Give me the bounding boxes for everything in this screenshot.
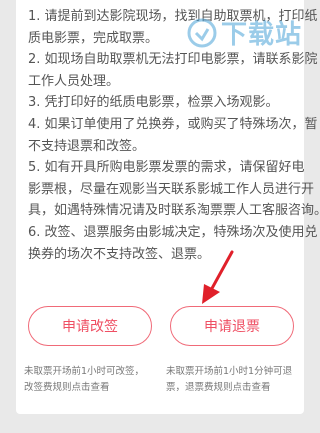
refund-hint-line: 未取票开场前1小时1分钟可退 — [166, 366, 293, 377]
watermark-logo-icon — [187, 18, 217, 47]
change-hint-line: 未取票开场前1小时可改签， — [24, 366, 145, 377]
instruction-line: 具，如遇特殊情况请及时联系淘票票人工客服咨询。 — [28, 203, 320, 219]
refund-rules-link[interactable]: 票，退票费规则点击查看 — [166, 380, 306, 396]
instruction-line: 影票根，尽量在观影当天联系影城工作人员进行开 — [28, 181, 315, 197]
instruction-line: 5. 如有开具所购电影票发票的需求，请保留好电 — [28, 160, 305, 176]
change-rules-link[interactable]: 改签费规则点击查看 — [24, 380, 164, 396]
instruction-line: 不支持退票和改签。 — [28, 138, 146, 154]
apply-refund-button[interactable]: 申请退票 — [170, 306, 294, 346]
instruction-line: 工作人员处理。 — [28, 73, 120, 89]
refund-hint[interactable]: 未取票开场前1小时1分钟可退 票，退票费规则点击查看 — [166, 364, 306, 396]
watermark: 下载站 — [187, 14, 302, 51]
watermark-text: 下载站 — [220, 20, 302, 50]
change-hint[interactable]: 未取票开场前1小时可改签， 改签费规则点击查看 — [24, 364, 164, 396]
instruction-line: 换券的场次不支持改签、退票。 — [28, 246, 211, 262]
instruction-line: 4. 如果订单使用了兑换券，或购买了特殊场次，暂 — [28, 116, 318, 132]
instruction-line: 3. 凭打印好的纸质电影票，检票入场观影。 — [28, 95, 279, 111]
apply-change-button[interactable]: 申请改签 — [28, 306, 152, 346]
apply-refund-label: 申请退票 — [204, 319, 260, 335]
instruction-line: 2. 如现场自助取票机无法打印电影票，请联系影院 — [28, 52, 318, 68]
screen: 1. 请提前到达影院现场，找到自助取票机，打印纸 质电影票，完成取票。 2. 如… — [0, 0, 320, 433]
apply-change-label: 申请改签 — [62, 319, 118, 335]
instruction-line: 6. 改签、退票服务由影城决定，特殊场次及使用兑 — [28, 224, 318, 240]
red-arrow-annotation — [202, 250, 234, 304]
